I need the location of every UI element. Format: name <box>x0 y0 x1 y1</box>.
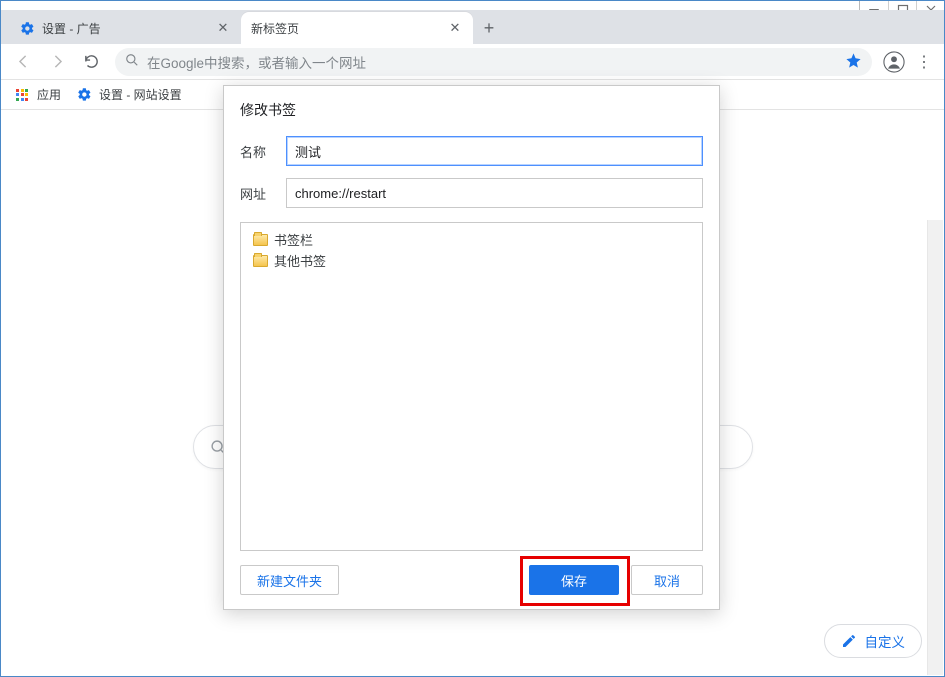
tab-new-tab[interactable]: 新标签页 ✕ <box>241 12 473 44</box>
folder-other-bookmarks[interactable]: 其他书签 <box>249 250 694 271</box>
browser-toolbar: 在Google中搜索，或者输入一个网址 ⋮ <box>1 44 944 80</box>
title-bar <box>1 1 944 10</box>
vertical-scrollbar[interactable] <box>927 220 943 675</box>
tab-title: 设置 - 广告 <box>42 20 208 37</box>
bookmark-star-icon[interactable] <box>845 52 862 72</box>
name-row: 名称 <box>240 136 703 166</box>
dialog-title: 修改书签 <box>240 100 703 120</box>
reload-button[interactable] <box>75 47 107 77</box>
back-button[interactable] <box>7 47 39 77</box>
apps-grid-icon <box>13 86 31 104</box>
folder-icon <box>253 234 268 246</box>
address-bar[interactable]: 在Google中搜索，或者输入一个网址 <box>115 48 872 76</box>
tab-title: 新标签页 <box>251 20 440 37</box>
omnibox-placeholder: 在Google中搜索，或者输入一个网址 <box>147 52 837 72</box>
tab-strip: 设置 - 广告 ✕ 新标签页 ✕ + <box>1 10 944 44</box>
folder-label: 其他书签 <box>274 251 326 270</box>
name-label: 名称 <box>240 142 272 161</box>
apps-shortcut[interactable]: 应用 <box>7 82 67 108</box>
cancel-button[interactable]: 取消 <box>631 565 703 595</box>
tab-close-icon[interactable]: ✕ <box>447 20 463 36</box>
dialog-actions: 新建文件夹 保存 取消 <box>240 565 703 595</box>
new-folder-button[interactable]: 新建文件夹 <box>240 565 339 595</box>
kebab-menu-button[interactable]: ⋮ <box>910 47 938 77</box>
tab-close-icon[interactable]: ✕ <box>215 20 231 36</box>
customize-button[interactable]: 自定义 <box>824 624 923 658</box>
pencil-icon <box>841 633 857 649</box>
tab-settings-ads[interactable]: 设置 - 广告 ✕ <box>9 12 241 44</box>
folder-bookmarks-bar[interactable]: 书签栏 <box>249 229 694 250</box>
apps-label: 应用 <box>37 86 61 103</box>
folder-label: 书签栏 <box>274 230 313 249</box>
new-tab-button[interactable]: + <box>475 14 503 42</box>
folder-icon <box>253 255 268 267</box>
forward-button[interactable] <box>41 47 73 77</box>
search-icon <box>125 53 139 70</box>
edit-bookmark-dialog: 修改书签 名称 网址 书签栏 其他书签 新建文件夹 保存 取消 <box>223 85 720 610</box>
customize-label: 自定义 <box>865 631 906 651</box>
bookmark-label: 设置 - 网站设置 <box>99 86 182 103</box>
url-row: 网址 <box>240 178 703 208</box>
gear-icon <box>19 20 35 36</box>
folder-tree[interactable]: 书签栏 其他书签 <box>240 222 703 551</box>
profile-avatar-button[interactable] <box>880 48 908 76</box>
save-button[interactable]: 保存 <box>529 565 619 595</box>
gear-icon <box>77 87 93 103</box>
url-label: 网址 <box>240 184 272 203</box>
bookmark-name-input[interactable] <box>286 136 703 166</box>
bookmark-item-site-settings[interactable]: 设置 - 网站设置 <box>71 82 188 107</box>
bookmark-url-input[interactable] <box>286 178 703 208</box>
